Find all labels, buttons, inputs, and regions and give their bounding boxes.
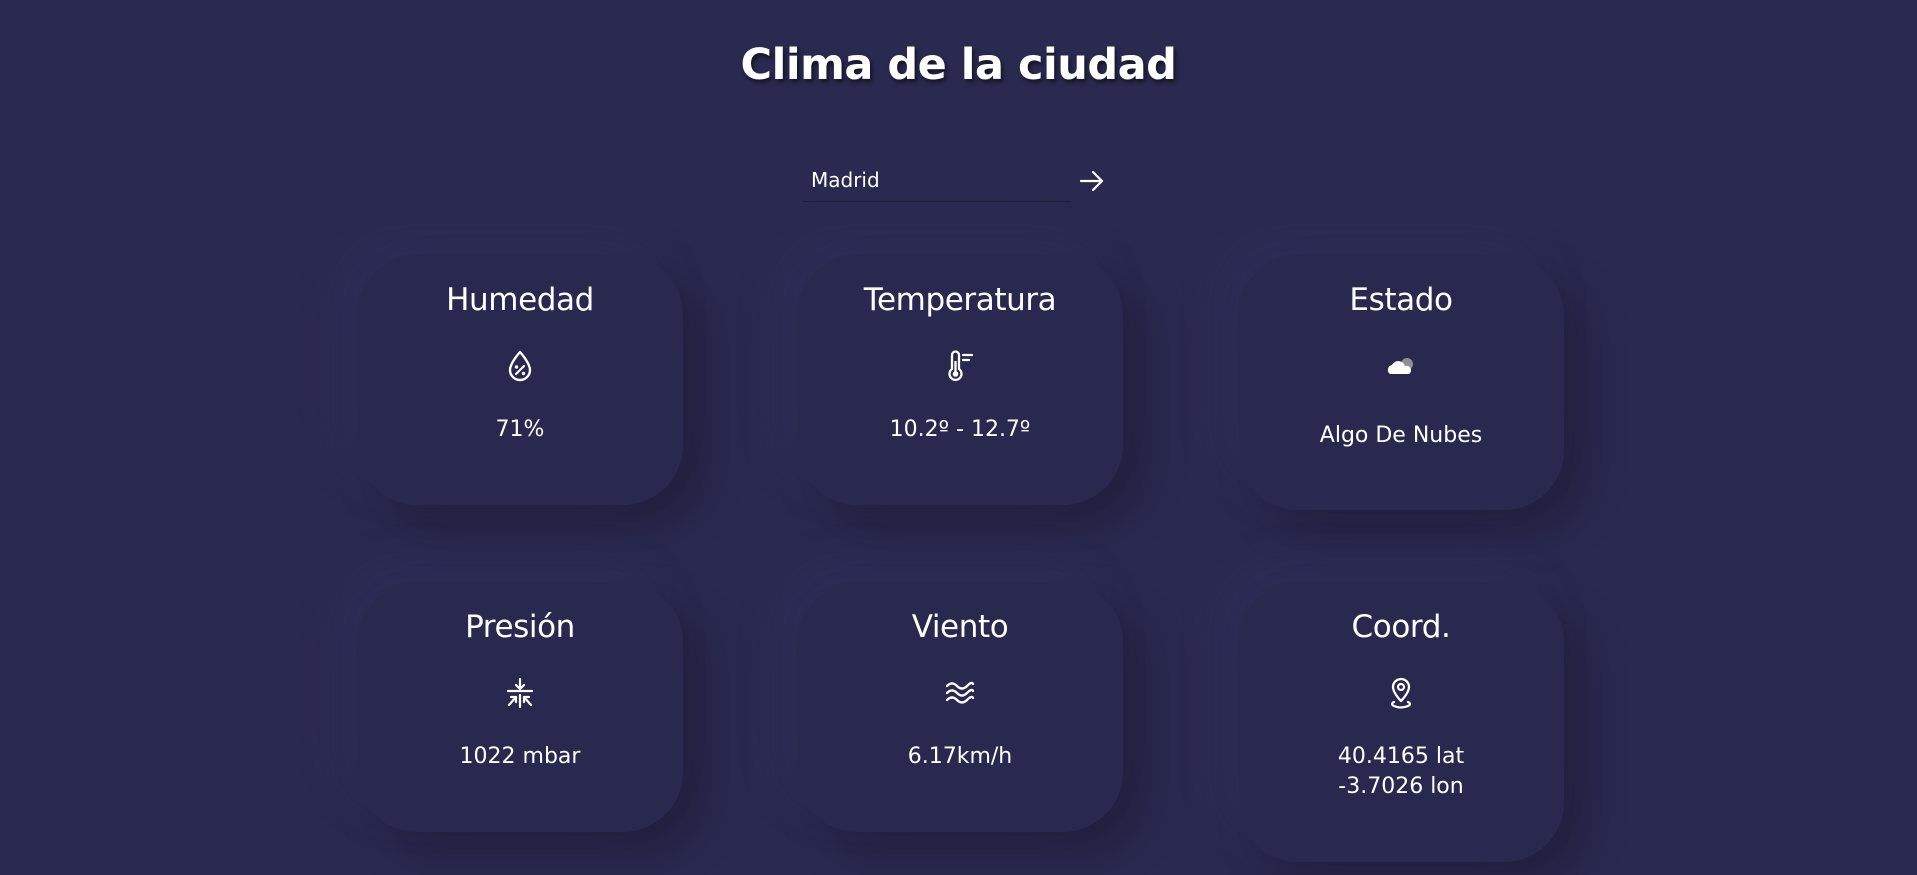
status-card: Estado Algo De Nubes (1238, 255, 1564, 510)
wind-waves-icon (945, 681, 975, 704)
arrow-right-icon (1079, 170, 1104, 192)
card-title: Temperatura (863, 282, 1057, 318)
status-value: Algo De Nubes (1319, 423, 1483, 448)
wind-card: Viento 6.17km/h (797, 582, 1123, 832)
pressure-icon (506, 677, 534, 709)
wind-value: 6.17km/h (907, 744, 1013, 769)
city-search-input[interactable] (803, 158, 1071, 202)
card-title: Estado (1349, 282, 1453, 318)
humidity-card: Humedad 71% (357, 255, 683, 505)
coordinates-value: 40.4165 lat -3.7026 lon (1238, 742, 1564, 802)
card-title: Viento (911, 609, 1009, 645)
longitude-value: -3.7026 lon (1338, 774, 1464, 799)
pressure-card: Presión 1022 mbar (357, 582, 683, 832)
thermometer-icon (948, 350, 974, 381)
card-title: Presión (465, 609, 575, 645)
humidity-value: 71% (495, 417, 545, 442)
card-title: Coord. (1351, 609, 1451, 645)
card-title: Humedad (446, 282, 594, 318)
search-submit-button[interactable] (1076, 166, 1108, 196)
coordinates-card: Coord. 40.4165 lat -3.7026 lon (1238, 582, 1564, 862)
location-pin-icon (1390, 677, 1412, 709)
page-title: Clima de la ciudad (740, 40, 1177, 90)
cloud-icon (1387, 358, 1413, 374)
temperature-value: 10.2º - 12.7º (889, 417, 1031, 442)
latitude-value: 40.4165 lat (1337, 744, 1465, 769)
pressure-value: 1022 mbar (459, 744, 581, 769)
city-search-form (803, 158, 1115, 204)
humidity-drop-icon (508, 350, 532, 382)
temperature-card: Temperatura 10.2º - 12.7º (797, 255, 1123, 505)
